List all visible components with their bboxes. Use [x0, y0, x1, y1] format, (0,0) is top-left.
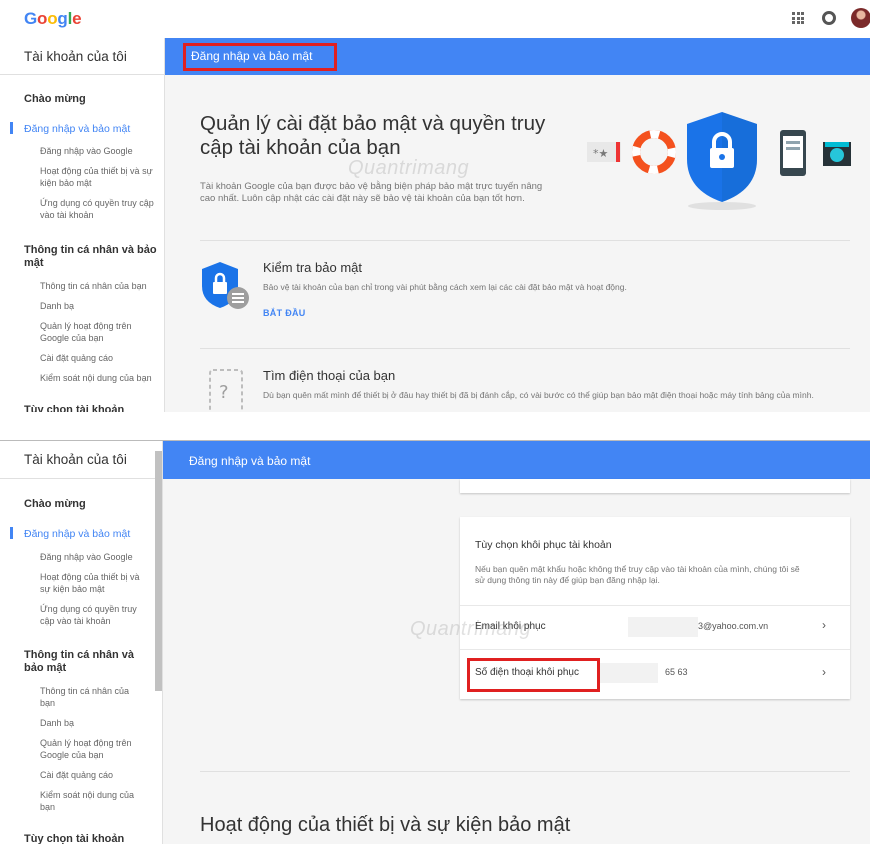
chevron-right-icon[interactable]: ›: [822, 618, 826, 632]
sidebar-item-welcome[interactable]: Chào mừng: [24, 93, 162, 106]
sidebar-item-account-prefs[interactable]: Tùy chọn tài khoản: [24, 833, 162, 844]
svg-text:*★: *★: [593, 147, 609, 160]
lifebuoy-icon: [632, 130, 676, 174]
sidebar-item-activity-controls[interactable]: Quản lý hoạt động trên Google của bạn: [40, 320, 160, 344]
recovery-desc: Nếu bạn quên mật khẩu hoặc không thể tru…: [475, 564, 800, 585]
active-indicator: [10, 122, 13, 134]
sidebar-item-security[interactable]: Đăng nhập và bảo mật: [24, 528, 130, 540]
security-check-icon: [202, 262, 249, 309]
watermark: Quantrimang: [410, 618, 532, 640]
start-button[interactable]: BẮT ĐẦU: [263, 308, 306, 318]
security-check-title: Kiểm tra bảo mật: [263, 260, 362, 275]
page-title: Đăng nhập và bảo mật: [189, 454, 311, 468]
sidebar: Tài khoản của tôi Chào mừng Đăng nhập và…: [0, 441, 163, 844]
notifications-icon[interactable]: [822, 11, 836, 25]
highlight-frame: [183, 43, 337, 71]
sidebar: Tài khoản của tôi Chào mừng Đăng nhập và…: [0, 38, 165, 412]
svg-text:?: ?: [219, 382, 229, 403]
hero-title: Quản lý cài đặt bảo mật và quyền truy cậ…: [200, 112, 546, 159]
security-check-desc: Bảo vệ tài khoản của bạn chỉ trong vài p…: [263, 282, 627, 292]
sidebar-item-welcome[interactable]: Chào mừng: [24, 498, 162, 511]
sidebar-item-activity-controls[interactable]: Quản lý hoạt động trên Google của bạn: [40, 737, 145, 761]
divider: [200, 348, 850, 349]
recovery-phone-value: 65 63: [665, 667, 688, 677]
top-app-bar: Google: [0, 0, 870, 38]
screenshot-bottom: Tài khoản của tôi Chào mừng Đăng nhập và…: [0, 440, 870, 844]
sidebar-item-content-control[interactable]: Kiểm soát nội dung của bạn: [40, 789, 145, 813]
sidebar-item-ads-settings[interactable]: Cài đặt quảng cáo: [40, 352, 160, 364]
sidebar-item-device-activity[interactable]: Hoạt động của thiết bị và sự kiện bảo mậ…: [40, 165, 160, 189]
sidebar-item-content-control[interactable]: Kiểm soát nội dung của bạn: [40, 372, 160, 384]
sidebar-item-signin[interactable]: Đăng nhập vào Google: [40, 551, 150, 563]
find-phone-desc: Dù bạn quên mất mình để thiết bị ở đâu h…: [263, 390, 814, 400]
find-phone-icon: ?: [209, 369, 243, 412]
avatar[interactable]: [851, 8, 870, 28]
sidebar-title: Tài khoản của tôi: [0, 38, 164, 75]
redaction-mask: [600, 663, 658, 683]
apps-grid-icon[interactable]: [792, 12, 804, 24]
google-logo[interactable]: Google: [24, 9, 82, 29]
page-header: Đăng nhập và bảo mật: [163, 441, 870, 479]
sidebar-item-app-access[interactable]: Ứng dụng có quyền truy cập vào tài khoản: [40, 197, 160, 221]
chevron-right-icon[interactable]: ›: [822, 665, 826, 679]
sidebar-scrollbar[interactable]: [155, 451, 162, 691]
recovery-title: Tùy chọn khôi phục tài khoản: [475, 539, 612, 551]
sidebar-item-device-activity[interactable]: Hoạt động của thiết bị và sự kiện bảo mậ…: [40, 571, 150, 595]
row-divider: [460, 649, 850, 650]
sidebar-item-personal[interactable]: Thông tin cá nhân và bảo mật: [24, 649, 152, 675]
sidebar-item-signin[interactable]: Đăng nhập vào Google: [40, 145, 160, 157]
sidebar-item-personal-info[interactable]: Thông tin cá nhân của bạn: [40, 685, 145, 709]
divider: [200, 240, 850, 241]
security-illustration: *★: [587, 112, 851, 210]
sidebar-item-personal-info[interactable]: Thông tin cá nhân của bạn: [40, 280, 160, 292]
hero-description: Tài khoản Google của bạn được bảo vệ bằn…: [200, 181, 543, 204]
sidebar-item-personal[interactable]: Thông tin cá nhân và bảo mật: [24, 244, 162, 270]
divider: [200, 771, 850, 772]
sidebar-item-security[interactable]: Đăng nhập và bảo mật: [24, 123, 130, 135]
sidebar-title: Tài khoản của tôi: [0, 441, 162, 479]
screenshot-top: Google Tài khoản của tôi Chào mừng Đăng …: [0, 0, 870, 412]
previous-card: [460, 479, 850, 493]
sidebar-item-contacts[interactable]: Danh bạ: [40, 717, 145, 729]
sidebar-item-app-access[interactable]: Ứng dụng có quyền truy cập vào tài khoản: [40, 603, 150, 627]
camera-icon: [823, 142, 851, 166]
find-phone-title: Tìm điện thoại của bạn: [263, 368, 396, 383]
phone-icon: [780, 130, 806, 176]
password-field-icon: *★: [587, 142, 621, 162]
sidebar-item-account-prefs[interactable]: Tùy chọn tài khoản: [24, 404, 162, 412]
sidebar-item-contacts[interactable]: Danh bạ: [40, 300, 160, 312]
sidebar-item-ads-settings[interactable]: Cài đặt quảng cáo: [40, 769, 145, 781]
watermark: Quantrimang: [348, 157, 470, 179]
highlight-frame: [467, 658, 600, 692]
redaction-mask: [628, 617, 698, 637]
row-divider: [460, 605, 850, 606]
recovery-email-value: 3@yahoo.com.vn: [698, 621, 769, 631]
device-activity-title: Hoạt động của thiết bị và sự kiện bảo mậ…: [200, 814, 571, 836]
shield-lock-icon: [687, 112, 757, 210]
active-indicator: [10, 527, 13, 539]
